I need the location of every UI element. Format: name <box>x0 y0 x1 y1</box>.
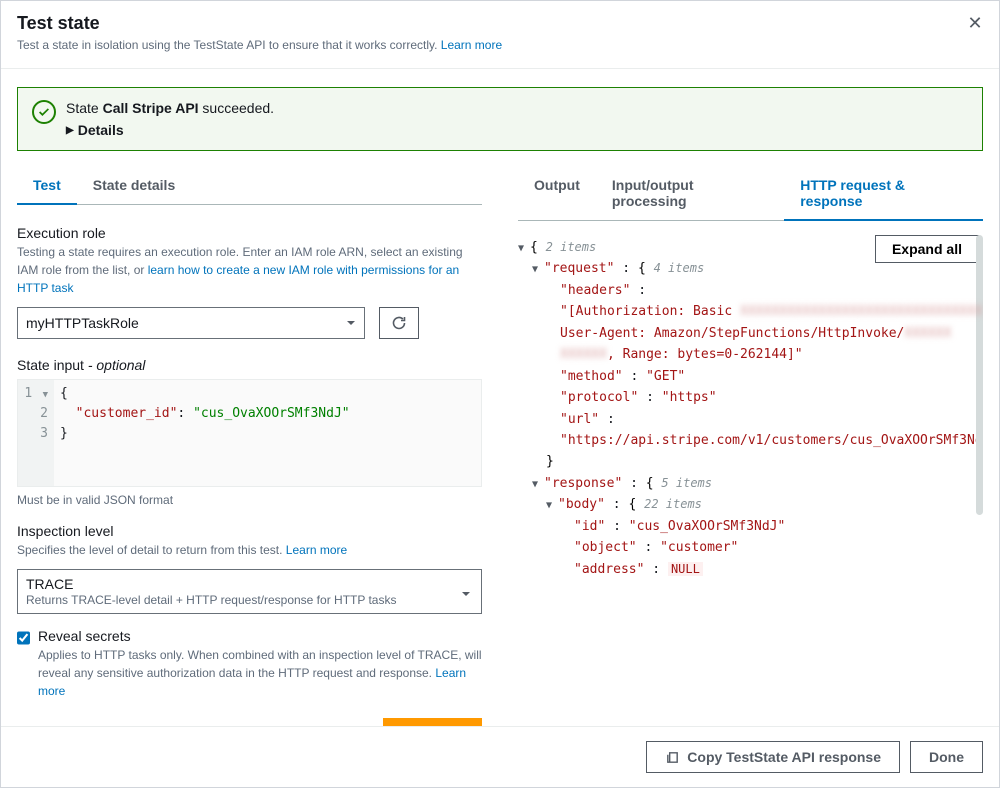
dialog-title: Test state <box>17 13 983 34</box>
json-tree: ▼{ 2 items ▼"request" : { 4 items "heade… <box>518 237 983 580</box>
json-hint: Must be in valid JSON format <box>17 493 482 507</box>
state-input-label: State input - optional <box>17 357 482 373</box>
collapse-icon[interactable]: ▼ <box>532 262 542 279</box>
reveal-secrets-label: Reveal secrets <box>38 628 482 644</box>
success-icon <box>32 100 56 124</box>
caret-right-icon: ▶ <box>66 125 74 136</box>
alert-title: State Call Stripe API succeeded. <box>66 100 968 116</box>
execution-role-select[interactable] <box>17 307 365 339</box>
inspection-label: Inspection level <box>17 523 482 539</box>
expand-all-button[interactable]: Expand all <box>875 235 979 263</box>
right-tabs: Output Input/output processing HTTP requ… <box>518 167 983 221</box>
dialog-subtitle: Test a state in isolation using the Test… <box>17 38 983 54</box>
start-test-button[interactable]: Start test <box>383 718 482 726</box>
tab-output[interactable]: Output <box>518 167 596 221</box>
dialog-footer: Copy TestState API response Done <box>1 726 999 787</box>
inspection-learn-more-link[interactable]: Learn more <box>286 543 353 557</box>
alert-details-toggle[interactable]: ▶ Details <box>66 122 968 138</box>
execution-role-label: Execution role <box>17 225 482 241</box>
tab-state-details[interactable]: State details <box>77 167 191 205</box>
reveal-secrets-help: Applies to HTTP tasks only. When combine… <box>38 646 482 702</box>
learn-more-link[interactable]: Learn more <box>441 38 508 52</box>
reveal-secrets-checkbox[interactable] <box>17 631 30 645</box>
state-input-editor[interactable]: 1 ▼ 2 3 { "customer_id": "cus_OvaXOOrSMf… <box>17 379 482 487</box>
success-alert: State Call Stripe API succeeded. ▶ Detai… <box>17 87 983 151</box>
copy-response-button[interactable]: Copy TestState API response <box>646 741 900 773</box>
refresh-icon <box>391 315 407 331</box>
inspection-level-select[interactable]: TRACE Returns TRACE-level detail + HTTP … <box>17 569 482 614</box>
subtitle-text: Test a state in isolation using the Test… <box>17 38 441 52</box>
done-button[interactable]: Done <box>910 741 983 773</box>
collapse-icon[interactable]: ▼ <box>532 477 542 494</box>
dialog-header: Test state Test a state in isolation usi… <box>1 1 999 69</box>
tab-http-request-response[interactable]: HTTP request & response <box>784 167 983 221</box>
collapse-icon[interactable]: ▼ <box>518 241 528 258</box>
collapse-icon[interactable]: ▼ <box>546 498 556 515</box>
inspection-help: Specifies the level of detail to return … <box>17 541 482 561</box>
copy-icon <box>665 750 680 765</box>
tab-test[interactable]: Test <box>17 167 77 205</box>
close-button[interactable]: ✕ <box>965 13 985 33</box>
scrollbar[interactable] <box>976 235 983 515</box>
tab-input-output-processing[interactable]: Input/output processing <box>596 167 784 221</box>
left-tabs: Test State details <box>17 167 482 205</box>
execution-role-help: Testing a state requires an execution ro… <box>17 243 482 299</box>
refresh-button[interactable] <box>379 307 419 339</box>
